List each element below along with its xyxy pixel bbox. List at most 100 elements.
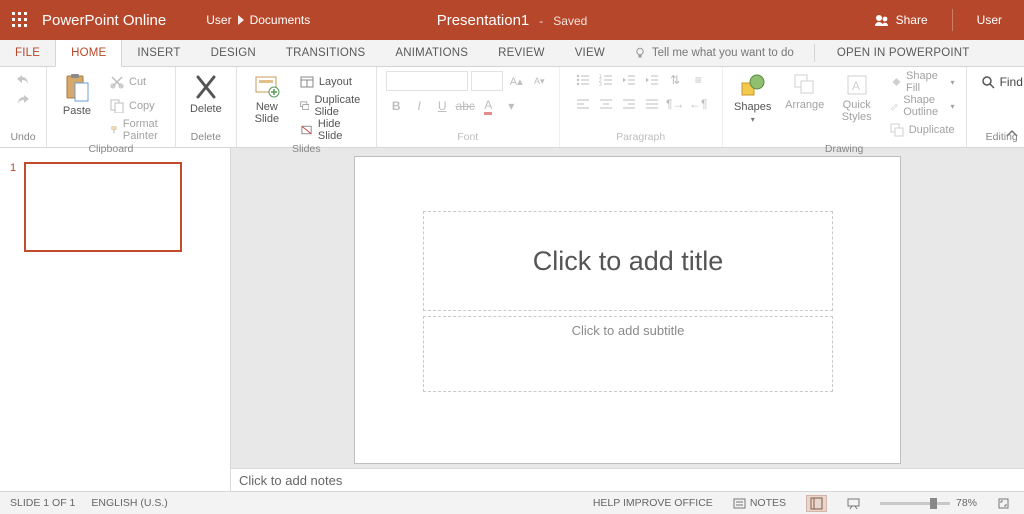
- font-size-select[interactable]: [471, 71, 503, 91]
- arrange-button[interactable]: Arrange: [781, 71, 829, 113]
- bullets-button[interactable]: [573, 71, 593, 89]
- open-in-powerpoint[interactable]: OPEN IN POWERPOINT: [821, 40, 986, 66]
- strikethrough-button[interactable]: abc: [455, 97, 475, 115]
- share-button[interactable]: Share: [874, 12, 928, 28]
- ltr-button[interactable]: ¶→: [665, 95, 685, 113]
- zoom-percent[interactable]: 78%: [956, 497, 977, 509]
- tab-design[interactable]: DESIGN: [196, 40, 271, 66]
- shape-outline-button[interactable]: Shape Outline▾: [885, 95, 960, 117]
- tab-file[interactable]: FILE: [0, 40, 55, 66]
- document-title[interactable]: Presentation1: [437, 12, 530, 29]
- slide-thumbnail-1[interactable]: [24, 162, 182, 252]
- breadcrumb-folder[interactable]: Documents: [250, 13, 311, 27]
- tab-insert[interactable]: INSERT: [122, 40, 195, 66]
- paste-label: Paste: [63, 105, 91, 117]
- status-language[interactable]: ENGLISH (U.S.): [91, 497, 167, 509]
- paintbrush-icon: [110, 123, 118, 137]
- shapes-button[interactable]: Shapes ▾: [729, 71, 777, 126]
- fit-to-window-button[interactable]: [993, 495, 1014, 512]
- slide-canvas[interactable]: Click to add title Click to add subtitle: [354, 156, 901, 464]
- highlight-button[interactable]: ▾: [501, 97, 521, 115]
- help-improve-office[interactable]: HELP IMPROVE OFFICE: [593, 497, 713, 509]
- scissors-icon: [110, 75, 124, 89]
- underline-button[interactable]: U: [432, 97, 452, 115]
- svg-text:A: A: [852, 79, 860, 93]
- grow-font-button[interactable]: A▴: [506, 72, 526, 90]
- hide-slide-button[interactable]: Hide Slide: [295, 119, 370, 141]
- numbering-button[interactable]: 123: [596, 71, 616, 89]
- chevron-down-icon: ▾: [751, 115, 755, 124]
- copy-button[interactable]: Copy: [105, 95, 169, 117]
- tell-me-placeholder: Tell me what you want to do: [652, 47, 794, 59]
- ltr-icon: ¶→: [666, 97, 684, 111]
- duplicate-slide-button[interactable]: Duplicate Slide: [295, 95, 370, 117]
- paste-button[interactable]: Paste: [53, 71, 101, 119]
- shape-fill-button[interactable]: Shape Fill▾: [885, 71, 960, 93]
- text-dir-icon: ⇅: [670, 73, 680, 87]
- paste-icon: [64, 73, 90, 103]
- arrange-icon: [793, 73, 817, 97]
- group-label-clipboard: Clipboard: [88, 141, 133, 159]
- title-placeholder[interactable]: Click to add title: [423, 211, 833, 311]
- font-family-select[interactable]: [386, 71, 468, 91]
- search-icon: [981, 75, 995, 89]
- group-label-undo: Undo: [10, 129, 35, 147]
- bold-button[interactable]: B: [386, 97, 406, 115]
- tab-home[interactable]: HOME: [55, 40, 122, 67]
- quick-styles-icon: A: [845, 73, 869, 97]
- redo-button[interactable]: [13, 91, 33, 109]
- quick-styles-button[interactable]: A Quick Styles: [833, 71, 881, 125]
- undo-button[interactable]: [13, 71, 33, 89]
- layout-icon: [300, 75, 314, 89]
- arrange-label: Arrange: [785, 99, 824, 111]
- shrink-font-button[interactable]: A▾: [529, 72, 549, 90]
- delete-label: Delete: [190, 103, 222, 115]
- align-right-icon: [622, 97, 636, 111]
- save-dash: -: [539, 14, 543, 28]
- breadcrumb-user[interactable]: User: [206, 13, 231, 27]
- notes-pane[interactable]: Click to add notes: [231, 468, 1024, 491]
- italic-button[interactable]: I: [409, 97, 429, 115]
- justify-button[interactable]: [642, 95, 662, 113]
- text-direction-button[interactable]: ⇅: [665, 71, 685, 89]
- breadcrumb: User Documents: [206, 13, 310, 27]
- find-button[interactable]: Find: [973, 71, 1024, 93]
- align-right-button[interactable]: [619, 95, 639, 113]
- line-spacing-button[interactable]: ≡: [688, 71, 708, 89]
- view-normal-button[interactable]: [806, 495, 827, 512]
- tab-review[interactable]: REVIEW: [483, 40, 560, 66]
- bold-icon: B: [392, 99, 401, 113]
- format-painter-button[interactable]: Format Painter: [105, 119, 169, 141]
- view-slideshow-button[interactable]: [843, 495, 864, 512]
- shapes-label: Shapes: [734, 101, 771, 113]
- decrease-indent-button[interactable]: [619, 71, 639, 89]
- zoom-control: 78%: [880, 497, 977, 509]
- tell-me-search[interactable]: Tell me what you want to do: [620, 40, 808, 66]
- notes-toggle[interactable]: NOTES: [729, 495, 790, 512]
- collapse-ribbon-button[interactable]: [1006, 128, 1018, 143]
- align-center-button[interactable]: [596, 95, 616, 113]
- layout-button[interactable]: Layout: [295, 71, 370, 93]
- new-slide-icon: [254, 73, 280, 99]
- tab-animations[interactable]: ANIMATIONS: [380, 40, 483, 66]
- zoom-thumb[interactable]: [930, 498, 937, 509]
- font-color-button[interactable]: A: [478, 97, 498, 115]
- rtl-button[interactable]: ←¶: [688, 95, 708, 113]
- delete-button[interactable]: Delete: [182, 71, 230, 117]
- status-slide-position[interactable]: SLIDE 1 OF 1: [10, 497, 75, 509]
- duplicate-shape-button[interactable]: Duplicate: [885, 119, 960, 141]
- undo-icon: [16, 73, 30, 87]
- waffle-icon: [12, 12, 28, 28]
- status-bar: SLIDE 1 OF 1 ENGLISH (U.S.) HELP IMPROVE…: [0, 491, 1024, 514]
- tab-view[interactable]: VIEW: [560, 40, 620, 66]
- zoom-slider[interactable]: [880, 502, 950, 505]
- user-menu[interactable]: User: [977, 13, 1002, 27]
- tab-transitions[interactable]: TRANSITIONS: [271, 40, 381, 66]
- app-launcher-button[interactable]: [0, 0, 40, 40]
- highlight-icon: ▾: [508, 99, 514, 113]
- increase-indent-button[interactable]: [642, 71, 662, 89]
- new-slide-button[interactable]: New Slide: [243, 71, 291, 127]
- align-left-button[interactable]: [573, 95, 593, 113]
- cut-button[interactable]: Cut: [105, 71, 169, 93]
- subtitle-placeholder[interactable]: Click to add subtitle: [423, 316, 833, 392]
